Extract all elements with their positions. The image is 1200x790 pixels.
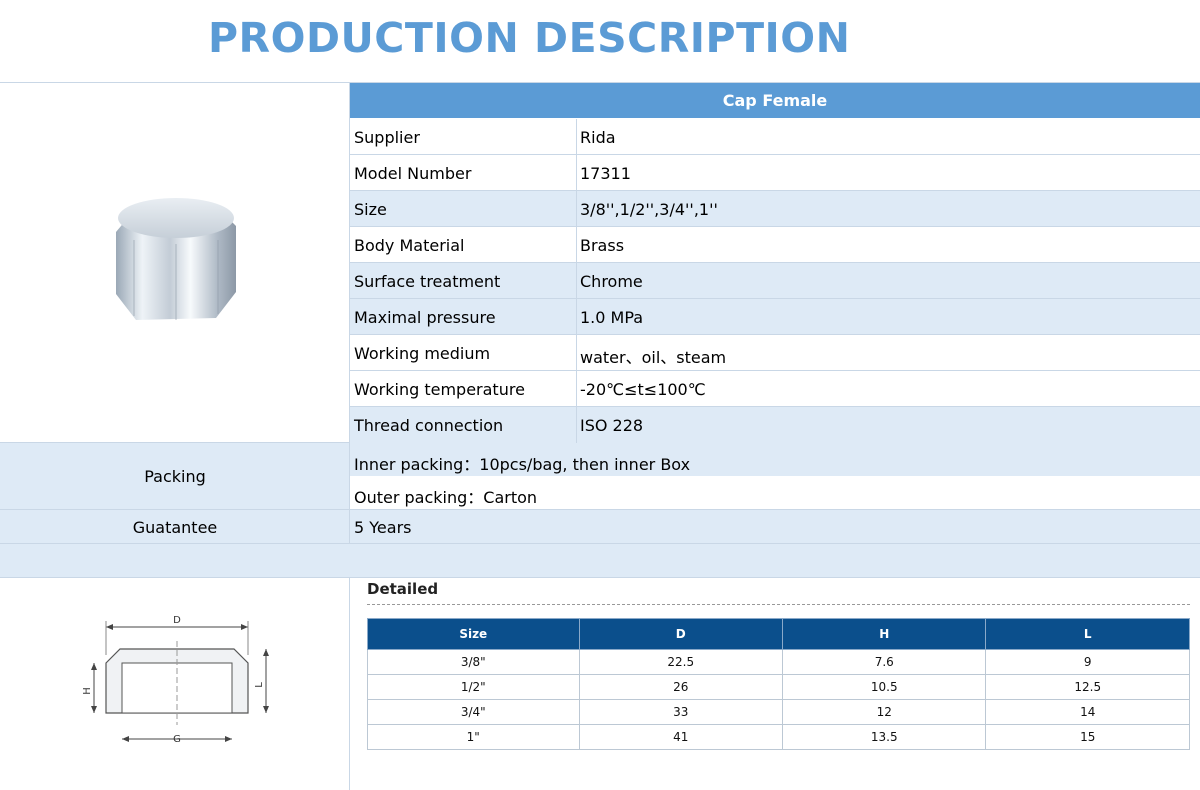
spec-row: Surface treatment Chrome xyxy=(350,263,1200,299)
spec-key: Surface treatment xyxy=(354,272,501,291)
inner-packing-text: Inner packing：10pcs/bag, then inner Box xyxy=(354,455,691,474)
guarantee-label: Guatantee xyxy=(132,518,218,537)
product-image xyxy=(108,180,243,330)
spec-key: Working medium xyxy=(354,344,491,363)
dim-label-d: D xyxy=(173,615,181,626)
spec-row: Maximal pressure 1.0 MPa xyxy=(350,299,1200,335)
divider xyxy=(349,577,350,790)
spec-value: water、oil、steam xyxy=(580,348,727,367)
packing-label-text: Packing xyxy=(144,466,206,486)
spec-value: Chrome xyxy=(580,272,643,291)
spec-key: Working temperature xyxy=(354,380,525,399)
table-cell: 41 xyxy=(578,724,784,750)
spec-value: Rida xyxy=(580,128,616,147)
col-header-l: L xyxy=(985,618,1190,650)
spec-row: Working medium water、oil、steam xyxy=(350,335,1200,371)
table-row: 1/2" 26 10.5 12.5 xyxy=(367,674,1190,700)
blank-row xyxy=(0,544,1200,577)
spec-value: 17311 xyxy=(580,164,631,183)
divider xyxy=(0,577,1200,578)
col-header-d: D xyxy=(578,618,784,650)
spec-value: 3/8'',1/2'',3/4'',1'' xyxy=(580,200,718,219)
table-cell: 1/2" xyxy=(367,674,580,700)
spec-row: Model Number 17311 xyxy=(350,155,1200,191)
inner-packing: Inner packing：10pcs/bag, then inner Box xyxy=(350,443,1200,476)
dim-label-g: G xyxy=(173,734,181,745)
table-cell: 26 xyxy=(578,674,784,700)
table-cell: 10.5 xyxy=(781,674,987,700)
spec-value: -20℃≤t≤100℃ xyxy=(580,380,706,399)
table-cell: 33 xyxy=(578,699,784,725)
technical-drawing: D G H L xyxy=(80,605,280,750)
table-header-row: Size D H L xyxy=(367,618,1190,650)
dim-label-l: L xyxy=(254,682,265,688)
spec-row: Size 3/8'',1/2'',3/4'',1'' xyxy=(350,191,1200,227)
table-cell: 9 xyxy=(985,649,1190,675)
detailed-title: Detailed xyxy=(367,580,439,598)
col-header-h: H xyxy=(781,618,987,650)
table-cell: 1" xyxy=(367,724,580,750)
spec-value: Brass xyxy=(580,236,625,255)
table-cell: 12 xyxy=(781,699,987,725)
page-title: PRODUCTION DESCRIPTION xyxy=(208,14,851,62)
spec-value: 1.0 MPa xyxy=(580,308,644,327)
table-row: 3/8" 22.5 7.6 9 xyxy=(367,649,1190,675)
spec-key: Supplier xyxy=(354,128,420,147)
table-cell: 7.6 xyxy=(781,649,987,675)
table-cell: 15 xyxy=(985,724,1190,750)
spec-key: Size xyxy=(354,200,387,219)
dim-label-h: H xyxy=(82,687,93,695)
outer-packing: Outer packing：Carton xyxy=(350,476,1200,509)
spec-key: Model Number xyxy=(354,164,472,183)
packing-label: Packing xyxy=(0,443,350,509)
spec-row: Supplier Rida xyxy=(350,119,1200,155)
table-row: 3/4" 33 12 14 xyxy=(367,699,1190,725)
spec-key: Maximal pressure xyxy=(354,308,496,327)
spec-value: ISO 228 xyxy=(580,416,644,435)
spec-key: Thread connection xyxy=(354,416,504,435)
product-name-header: Cap Female xyxy=(350,83,1200,118)
table-cell: 3/4" xyxy=(367,699,580,725)
spec-row: Working temperature -20℃≤t≤100℃ xyxy=(350,371,1200,407)
spec-key: Body Material xyxy=(354,236,465,255)
table-cell: 22.5 xyxy=(578,649,784,675)
spec-row: Body Material Brass xyxy=(350,227,1200,263)
table-cell: 13.5 xyxy=(781,724,987,750)
table-row: 1" 41 13.5 15 xyxy=(367,724,1190,750)
dashed-divider xyxy=(367,604,1190,605)
table-cell: 3/8" xyxy=(367,649,580,675)
table-cell: 14 xyxy=(985,699,1190,725)
outer-packing-text: Outer packing：Carton xyxy=(354,488,538,507)
spec-row: Thread connection ISO 228 xyxy=(350,407,1200,443)
dimensions-table: Size D H L 3/8" 22.5 7.6 9 1/2" 26 10.5 … xyxy=(367,618,1190,750)
guarantee-value: 5 Years xyxy=(354,518,412,537)
table-cell: 12.5 xyxy=(985,674,1190,700)
title-bar: PRODUCTION DESCRIPTION xyxy=(0,0,1200,83)
col-header-size: Size xyxy=(367,618,580,650)
guarantee-row: Guatantee 5 Years xyxy=(0,510,1200,543)
